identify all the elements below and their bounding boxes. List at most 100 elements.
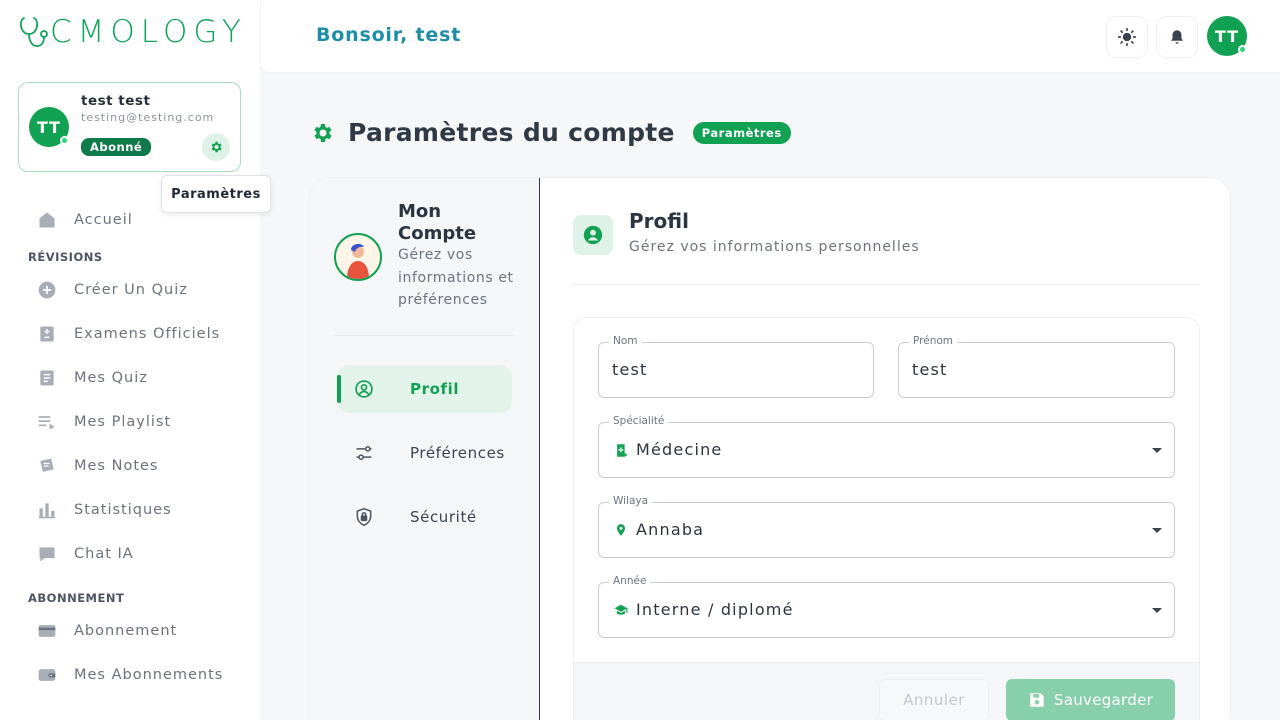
sidebar-item-label: Mes Abonnements [74, 667, 224, 683]
sidebar-item-label: Mes Playlist [74, 414, 172, 430]
account-panel: Mon Compte Gérez vos informations et pré… [309, 178, 540, 720]
settings-card: Mon Compte Gérez vos informations et pré… [308, 177, 1231, 720]
sidebar-section-revisions: RÉVISIONS [28, 250, 103, 264]
sidebar-item-accueil[interactable]: Accueil [36, 207, 132, 233]
tab-preferences[interactable]: Préférences [337, 429, 512, 477]
save-button[interactable]: Sauvegarder [1006, 679, 1175, 720]
gear-icon [211, 141, 222, 153]
playlist-icon [36, 411, 58, 433]
sidebar-item-label: Accueil [74, 212, 133, 228]
theme-toggle-button[interactable] [1106, 16, 1148, 58]
avatar[interactable]: TT [29, 107, 69, 147]
stethoscope-logo-icon [19, 17, 48, 47]
gear-icon [314, 123, 332, 142]
field-label: Wilaya [609, 495, 653, 507]
divider [573, 284, 1200, 285]
chevron-down-icon [1152, 608, 1162, 613]
prenom-field[interactable]: Prénom test [898, 335, 1175, 398]
field-value: Interne / diplomé [636, 600, 794, 619]
tab-label: Profil [410, 380, 460, 398]
shield-lock-icon [353, 506, 375, 528]
page-header: Paramètres du compte Paramètres [310, 118, 791, 147]
sidebar-item-label: Statistiques [74, 502, 172, 518]
wilaya-select[interactable]: Wilaya Annaba [598, 495, 1175, 558]
medical-book-icon [612, 441, 630, 459]
location-pin-icon [612, 521, 630, 539]
field-value: test [612, 360, 648, 379]
notifications-button[interactable] [1156, 16, 1198, 58]
sidebar-item-label: Créer Un Quiz [74, 282, 188, 298]
online-status-dot [1238, 45, 1247, 54]
chevron-down-icon [1152, 448, 1162, 453]
settings-button[interactable] [202, 133, 230, 161]
page-badge: Paramètres [692, 121, 791, 144]
brand-name: CMOLOGY [50, 14, 247, 50]
field-label: Nom [609, 335, 642, 347]
sidebar-section-abonnement: ABONNEMENT [28, 591, 125, 605]
avatar-initials: TT [1214, 26, 1240, 46]
graduation-cap-icon [612, 601, 630, 619]
wallet-icon [36, 664, 58, 686]
sidebar-item-abonnement[interactable]: Abonnement [36, 618, 176, 644]
sidebar-item-label: Mes Quiz [74, 370, 148, 386]
brand-logo[interactable]: CMOLOGY [18, 14, 247, 50]
sliders-icon [353, 442, 375, 464]
page-title: Paramètres du compte [348, 118, 675, 147]
profile-form: Nom test Prénom test Spécialité Médecine… [573, 317, 1200, 720]
subscription-badge: Abonné [81, 138, 152, 156]
user-circle-icon [583, 225, 603, 245]
bar-chart-icon [36, 499, 58, 521]
sidebar-item-mes-notes[interactable]: Mes Notes [36, 453, 157, 479]
cancel-button[interactable]: Annuler [879, 679, 989, 720]
sidebar-item-label: Chat IA [74, 546, 134, 562]
sidebar-item-label: Examens Officiels [74, 326, 221, 342]
field-value: test [912, 360, 948, 379]
tab-label: Préférences [410, 444, 505, 462]
avatar[interactable]: TT [1207, 16, 1247, 56]
account-description: Gérez vos informations et préférences [398, 247, 514, 308]
save-button-label: Sauvegarder [1053, 691, 1154, 709]
topbar: Bonsoir, test TT [261, 0, 1280, 72]
sidebar-item-label: Abonnement [74, 623, 178, 639]
field-label: Prénom [909, 335, 958, 347]
user-circle-icon [353, 378, 375, 400]
account-title: Mon Compte [398, 201, 477, 244]
settings-tooltip: Paramètres [161, 175, 271, 213]
field-value: Médecine [636, 440, 723, 459]
specialite-select[interactable]: Spécialité Médecine [598, 415, 1175, 478]
plus-circle-icon [36, 279, 58, 301]
form-footer: Annuler Sauvegarder [574, 662, 1199, 720]
tab-profil[interactable]: Profil [337, 365, 512, 413]
exam-icon [36, 323, 58, 345]
document-icon [36, 367, 58, 389]
nom-field[interactable]: Nom test [598, 335, 874, 398]
tab-securite[interactable]: Sécurité [337, 493, 512, 541]
annee-select[interactable]: Année Interne / diplomé [598, 575, 1175, 638]
user-email: testing@testing.com [81, 111, 215, 124]
avatar-initials: TT [36, 117, 62, 137]
chat-icon [36, 543, 58, 565]
sidebar: CMOLOGY TT test test testing@testing.com… [0, 0, 271, 720]
field-label: Spécialité [609, 415, 669, 427]
sidebar-item-chat-ia[interactable]: Chat IA [36, 541, 133, 567]
profile-section-icon [573, 215, 613, 255]
user-name: test test [81, 93, 151, 109]
greeting: Bonsoir, test [316, 24, 462, 46]
field-label: Année [609, 575, 651, 587]
sidebar-item-examens-officiels[interactable]: Examens Officiels [36, 321, 219, 347]
home-icon [36, 209, 58, 231]
divider [334, 335, 514, 336]
chevron-down-icon [1152, 528, 1162, 533]
sidebar-item-mes-abonnements[interactable]: Mes Abonnements [36, 662, 222, 688]
online-status-dot [60, 136, 69, 145]
field-value: Annaba [636, 520, 705, 539]
sun-icon [1117, 27, 1137, 47]
user-card: TT test test testing@testing.com Abonné [18, 82, 241, 172]
sidebar-item-statistiques[interactable]: Statistiques [36, 497, 171, 523]
sidebar-item-creer-quiz[interactable]: Créer Un Quiz [36, 277, 187, 303]
profile-title: Profil [629, 209, 689, 233]
bell-icon [1171, 30, 1183, 44]
sidebar-item-mes-playlist[interactable]: Mes Playlist [36, 409, 170, 435]
sidebar-item-mes-quiz[interactable]: Mes Quiz [36, 365, 147, 391]
card-icon [36, 620, 58, 642]
